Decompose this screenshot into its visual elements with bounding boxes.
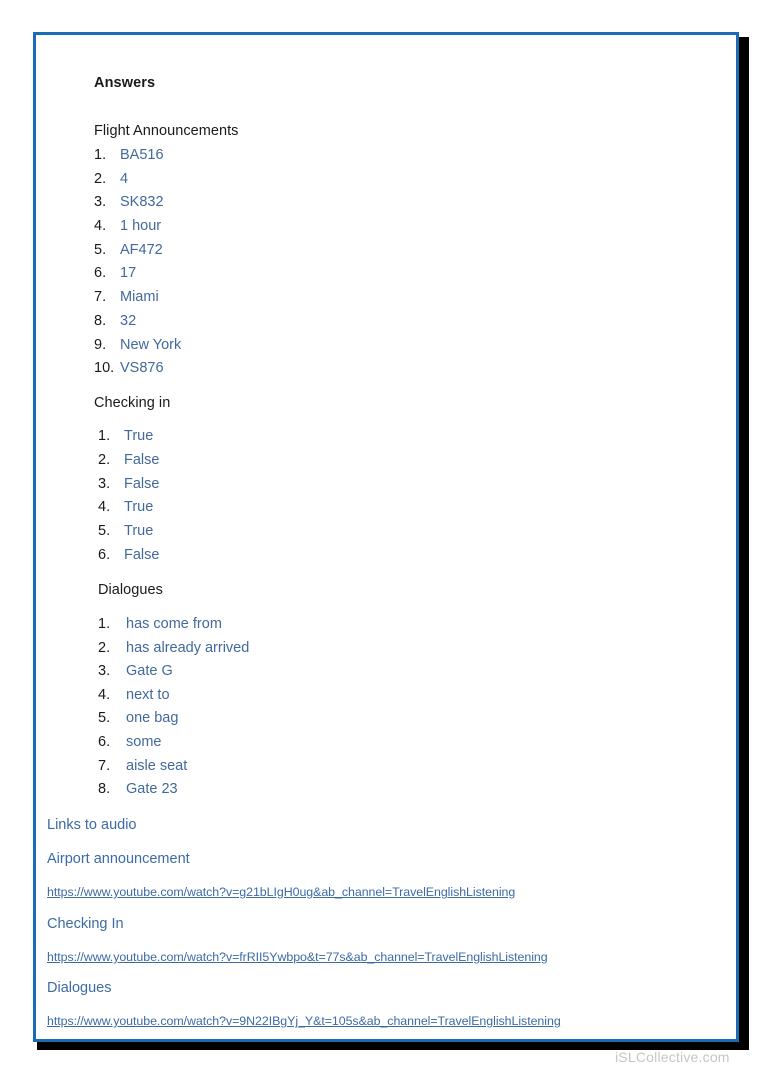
list-item-answer: 17	[120, 265, 137, 282]
list-item: 6. 17	[94, 265, 181, 289]
list-item: 3. False	[98, 476, 159, 500]
list-item: 2. has already arrived	[98, 640, 249, 664]
section-heading-dialogues: Dialogues	[98, 582, 163, 598]
list-item-answer: False	[124, 451, 160, 468]
list-item-number: 4.	[98, 686, 111, 703]
list-item: 7. aisle seat	[98, 758, 249, 782]
list-item-answer: VS876	[120, 360, 164, 377]
list-item-number: 2.	[98, 639, 111, 656]
list-item-number: 3.	[98, 475, 111, 492]
list-item-number: 7.	[98, 757, 111, 774]
list-item-number: 3.	[98, 663, 111, 680]
list-item: 1. has come from	[98, 616, 249, 640]
page-content: Answers Flight Announcements 1. BA516 2.…	[36, 35, 736, 1039]
list-item: 5. AF472	[94, 242, 181, 266]
list-item: 6. some	[98, 734, 249, 758]
list-item-number: 7.	[94, 289, 107, 306]
links-section-heading: Links to audio	[47, 817, 137, 833]
list-item-number: 1.	[94, 147, 107, 163]
list-item-number: 5.	[98, 710, 111, 727]
list-item-answer: True	[124, 428, 154, 444]
list-item-answer: 32	[120, 312, 137, 329]
list-item-answer: has come from	[126, 616, 222, 632]
list-item: 5. one bag	[98, 710, 249, 734]
section-heading-flight-announcements: Flight Announcements	[94, 123, 239, 139]
list-item-number: 10.	[94, 360, 115, 377]
section-heading-checking-in: Checking in	[94, 395, 171, 411]
list-item-number: 8.	[94, 312, 107, 329]
answer-list-flight-announcements: 1. BA516 2. 4 3. SK832 4. 1 hour 5. AF47…	[94, 147, 181, 384]
list-item: 5. True	[98, 523, 159, 547]
page-title: Answers	[94, 75, 156, 91]
list-item-answer: Gate 23	[126, 781, 178, 798]
answer-list-checking-in: 1. True 2. False 3. False 4. True 5. Tru…	[98, 428, 159, 571]
list-item-answer: BA516	[120, 147, 164, 163]
list-item-answer: Miami	[120, 289, 159, 306]
list-item-answer: SK832	[120, 194, 164, 211]
list-item-number: 4.	[94, 218, 107, 235]
audio-link-checking-in[interactable]: https://www.youtube.com/watch?v=frRII5Yw…	[47, 950, 548, 964]
list-item-number: 1.	[98, 616, 111, 632]
list-item: 1. True	[98, 428, 159, 452]
list-item: 1. BA516	[94, 147, 181, 171]
list-item-number: 6.	[98, 733, 111, 750]
list-item: 9. New York	[94, 337, 181, 361]
answer-list-dialogues: 1. has come from 2. has already arrived …	[98, 616, 249, 805]
list-item: 8. 32	[94, 313, 181, 337]
list-item-answer: False	[124, 475, 160, 492]
list-item-number: 5.	[94, 241, 107, 258]
list-item-number: 2.	[94, 170, 107, 187]
list-item-number: 6.	[98, 546, 111, 563]
list-item-answer: New York	[120, 336, 182, 353]
list-item: 10. VS876	[94, 360, 181, 384]
list-item-answer: has already arrived	[126, 639, 250, 656]
list-item-answer: Gate G	[126, 663, 173, 680]
list-item-number: 4.	[98, 499, 111, 516]
list-item-answer: 4	[120, 170, 129, 187]
list-item-number: 5.	[98, 523, 111, 540]
audio-link-airport-announcement[interactable]: https://www.youtube.com/watch?v=g21bLIgH…	[47, 885, 515, 899]
list-item: 4. next to	[98, 687, 249, 711]
list-item-number: 3.	[94, 194, 107, 211]
list-item: 2. 4	[94, 171, 181, 195]
list-item: 2. False	[98, 452, 159, 476]
list-item: 3. SK832	[94, 194, 181, 218]
list-item-number: 8.	[98, 781, 111, 798]
list-item-answer: some	[126, 733, 162, 750]
list-item: 4. True	[98, 499, 159, 523]
audio-label-airport-announcement: Airport announcement	[47, 851, 190, 867]
list-item-number: 2.	[98, 451, 111, 468]
list-item-answer: 1 hour	[120, 218, 162, 235]
list-item-number: 9.	[94, 336, 107, 353]
list-item: 4. 1 hour	[94, 218, 181, 242]
list-item-answer: True	[124, 499, 154, 516]
list-item: 6. False	[98, 547, 159, 571]
islcollective-watermark: iSLCollective.com	[615, 1049, 730, 1065]
list-item: 7. Miami	[94, 289, 181, 313]
audio-label-checking-in: Checking In	[47, 916, 124, 932]
list-item-answer: True	[124, 523, 154, 540]
worksheet-page: Answers Flight Announcements 1. BA516 2.…	[33, 32, 739, 1042]
list-item-answer: next to	[126, 686, 170, 703]
list-item: 8. Gate 23	[98, 781, 249, 805]
list-item-number: 1.	[98, 428, 111, 444]
list-item-number: 6.	[94, 265, 107, 282]
list-item-answer: False	[124, 546, 160, 563]
list-item-answer: aisle seat	[126, 757, 188, 774]
list-item: 3. Gate G	[98, 663, 249, 687]
list-item-answer: one bag	[126, 710, 179, 727]
audio-label-dialogues: Dialogues	[47, 980, 112, 996]
audio-link-dialogues[interactable]: https://www.youtube.com/watch?v=9N22IBgY…	[47, 1014, 561, 1028]
list-item-answer: AF472	[120, 241, 163, 258]
